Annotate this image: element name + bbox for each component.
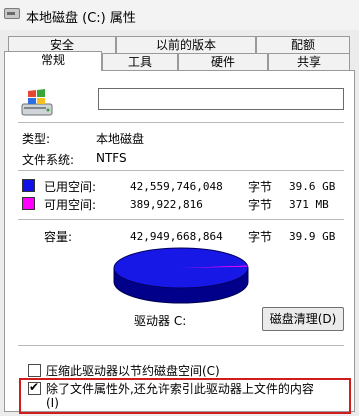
capacity-bytes: 42,949,668,864 (130, 230, 223, 243)
drive-name-input[interactable] (98, 88, 344, 110)
tab-tools[interactable]: 工具 (102, 53, 178, 70)
used-space-label: 已用空间: (44, 180, 97, 194)
capacity-human: 39.9 GB (289, 230, 336, 243)
tab-sharing[interactable]: 共享 (268, 53, 350, 70)
used-space-color-swatch (22, 179, 35, 192)
divider (18, 219, 344, 220)
free-space-bytes: 389,922,816 (130, 198, 203, 211)
title-bar: 本地磁盘 (C:) 属性 (0, 0, 359, 30)
filesystem-label: 文件系统: (22, 153, 75, 167)
disk-usage-pie-chart (113, 247, 249, 304)
used-space-bytes: 42,559,746,048 (130, 180, 223, 193)
free-space-unit: 字节 (248, 198, 273, 212)
drive-letter-label: 驱动器 C: (134, 314, 187, 328)
highlight-annotation-box (19, 378, 351, 414)
compress-drive-checkbox[interactable] (28, 364, 41, 377)
tab-quota[interactable]: 配额 (256, 36, 350, 53)
type-value: 本地磁盘 (96, 132, 145, 146)
divider (18, 345, 344, 346)
free-space-human: 371 MB (289, 198, 329, 211)
filesystem-value: NTFS (96, 151, 127, 165)
tab-previous-versions[interactable]: 以前的版本 (116, 36, 256, 53)
compress-drive-label: 压缩此驱动器以节约磁盘空间(C) (46, 364, 220, 378)
used-space-human: 39.6 GB (289, 180, 336, 193)
divider (18, 170, 344, 171)
drive-icon (4, 8, 20, 19)
type-label: 类型: (22, 132, 51, 146)
capacity-label: 容量: (44, 230, 73, 244)
hard-drive-icon (21, 89, 53, 116)
tab-hardware[interactable]: 硬件 (178, 53, 268, 70)
capacity-unit: 字节 (248, 230, 273, 244)
used-space-unit: 字节 (248, 180, 273, 194)
divider (18, 122, 344, 123)
free-space-color-swatch (22, 197, 35, 210)
free-space-label: 可用空间: (44, 198, 97, 212)
tab-general[interactable]: 常规 (4, 51, 102, 71)
window-title: 本地磁盘 (C:) 属性 (26, 11, 136, 26)
disk-cleanup-button[interactable]: 磁盘清理(D) (262, 307, 344, 331)
